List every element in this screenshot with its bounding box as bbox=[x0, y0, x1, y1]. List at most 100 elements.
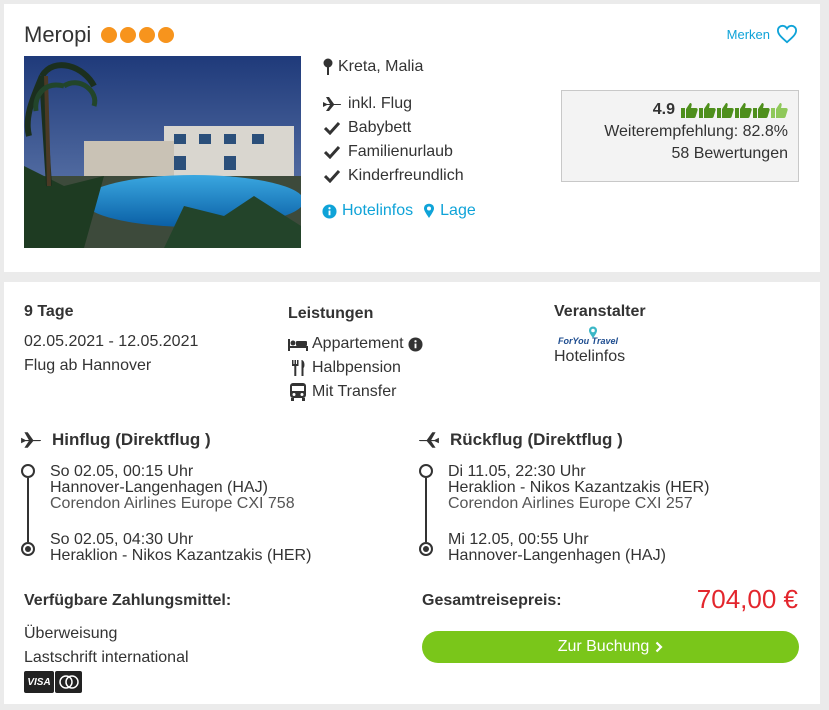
bus-icon bbox=[290, 383, 306, 401]
info-icon bbox=[322, 203, 337, 219]
arrival-marker bbox=[419, 542, 433, 556]
star-icon bbox=[101, 27, 118, 43]
rueckflug-departure: Di 11.05, 22:30 Uhr Heraklion - Nikos Ka… bbox=[448, 464, 709, 512]
plane-icon bbox=[323, 97, 342, 111]
payment-method: Lastschrift international bbox=[24, 649, 189, 666]
star-icon bbox=[120, 27, 137, 43]
star-icon bbox=[158, 27, 175, 43]
hinflug-title: Hinflug (Direktflug ) bbox=[52, 430, 211, 449]
rueckflug-arrival: Mi 12.05, 00:55 Uhr Hannover-Langenhagen… bbox=[448, 532, 666, 564]
booking-button[interactable]: Zur Buchung bbox=[422, 631, 799, 663]
hotel-name[interactable]: Meropi bbox=[24, 22, 91, 48]
feature-item: Babybett bbox=[322, 116, 464, 140]
hinflug-arrival: So 02.05, 04:30 Uhr Heraklion - Nikos Ka… bbox=[50, 532, 311, 564]
thumb-up-icon bbox=[735, 103, 752, 118]
thumb-up-icon bbox=[753, 103, 770, 118]
offer-card: 9 Tage 02.05.2021 - 12.05.2021 Flug ab H… bbox=[4, 282, 820, 704]
leistungen-title: Leistungen bbox=[288, 305, 374, 322]
rueckflug-dep-airport: Heraklion - Nikos Kazantzakis (HER) bbox=[448, 479, 710, 496]
rating-thumbs bbox=[681, 102, 788, 118]
hinflug-arr-airport: Heraklion - Nikos Kazantzakis (HER) bbox=[50, 547, 312, 564]
check-icon bbox=[324, 169, 340, 183]
feature-label: Kinderfreundlich bbox=[348, 167, 464, 184]
total-price-label: Gesamtreisepreis: bbox=[422, 592, 562, 609]
hinflug-dep-airport: Hannover-Langenhagen (HAJ) bbox=[50, 479, 268, 496]
check-icon bbox=[324, 145, 340, 159]
rueckflug-arr-time: Mi 12.05, 00:55 Uhr bbox=[448, 531, 589, 548]
hinflug-airline: Corendon Airlines Europe CXI 758 bbox=[50, 495, 295, 512]
info-icon[interactable] bbox=[408, 336, 423, 352]
hinflug-arr-time: So 02.05, 04:30 Uhr bbox=[50, 531, 194, 548]
veranstalter-logo: ForYou Travel bbox=[554, 326, 646, 348]
feature-item: Familienurlaub bbox=[322, 140, 464, 164]
plane-return-icon bbox=[418, 432, 439, 448]
rating-score: 4.9 bbox=[652, 101, 675, 118]
veranstalter-section: Veranstalter ForYou Travel Hotelinfos bbox=[554, 300, 646, 366]
trip-summary: 9 Tage 02.05.2021 - 12.05.2021 Flug ab H… bbox=[24, 300, 198, 378]
thumb-up-icon bbox=[699, 103, 716, 118]
hotelinfos-link[interactable]: Hotelinfos bbox=[322, 202, 413, 220]
visa-icon: VISA bbox=[24, 671, 54, 693]
cutlery-icon bbox=[292, 360, 305, 376]
leistung-item: Halbpension bbox=[288, 356, 423, 380]
leistung-label: Halbpension bbox=[312, 359, 401, 376]
bed-icon bbox=[288, 339, 308, 351]
hotel-stars bbox=[101, 27, 175, 43]
lage-link[interactable]: Lage bbox=[423, 202, 476, 220]
feature-label: Babybett bbox=[348, 119, 412, 136]
thumb-up-icon bbox=[681, 103, 698, 118]
feature-item: inkl. Flug bbox=[322, 92, 464, 116]
hotel-links: Hotelinfos Lage bbox=[322, 202, 476, 220]
departure-marker bbox=[21, 464, 35, 478]
hotel-location: Kreta, Malia bbox=[322, 58, 423, 76]
rueckflug-dep-time: Di 11.05, 22:30 Uhr bbox=[448, 463, 586, 480]
feature-label: inkl. Flug bbox=[348, 95, 413, 112]
leistungen-section: Leistungen Appartement Halbpension Mit T… bbox=[288, 302, 423, 404]
departure-marker bbox=[419, 464, 433, 478]
booking-button-label: Zur Buchung bbox=[557, 638, 650, 655]
hinflug-header: Hinflug (Direktflug ) bbox=[20, 430, 211, 450]
hotel-photo[interactable] bbox=[24, 56, 301, 248]
plane-icon bbox=[21, 432, 42, 448]
payment-title: Verfügbare Zahlungsmittel: bbox=[24, 592, 232, 609]
card-logos: VISA bbox=[24, 671, 82, 693]
rating-box[interactable]: 4.9 Weiterempfehlung: 82.8% 58 Bewertung… bbox=[561, 90, 799, 182]
feature-item: Kinderfreundlich bbox=[322, 164, 464, 188]
hotel-card: Meropi Merken Kreta, Malia inkl. Flug Ba… bbox=[4, 4, 820, 272]
heart-icon bbox=[776, 24, 798, 44]
veranstalter-hotelinfos-link[interactable]: Hotelinfos bbox=[554, 348, 646, 366]
hotel-title: Meropi bbox=[24, 22, 175, 48]
trip-duration: 9 Tage bbox=[24, 303, 74, 320]
trip-departure: Flug ab Hannover bbox=[24, 357, 152, 374]
feature-list: inkl. Flug Babybett Familienurlaub Kinde… bbox=[322, 92, 464, 188]
leistung-item: Appartement bbox=[288, 332, 423, 356]
leistung-label: Appartement bbox=[312, 335, 404, 352]
payment-methods: Überweisung Lastschrift international bbox=[24, 622, 189, 670]
arrival-marker bbox=[21, 542, 35, 556]
timeline-line bbox=[425, 478, 427, 542]
payment-method: Überweisung bbox=[24, 625, 118, 642]
timeline-line bbox=[27, 478, 29, 542]
rueckflug-header: Rückflug (Direktflug ) bbox=[418, 430, 623, 450]
logo-pin-icon bbox=[589, 326, 597, 338]
rueckflug-airline: Corendon Airlines Europe CXI 257 bbox=[448, 495, 693, 512]
rueckflug-arr-airport: Hannover-Langenhagen (HAJ) bbox=[448, 547, 666, 564]
rueckflug-title: Rückflug (Direktflug ) bbox=[450, 430, 623, 449]
review-count: 58 Bewertungen bbox=[671, 145, 788, 162]
merken-label: Merken bbox=[726, 26, 770, 42]
total-price: 704,00 € bbox=[696, 584, 798, 614]
chevron-right-icon bbox=[656, 641, 663, 653]
thumb-up-icon bbox=[771, 103, 788, 118]
hinflug-dep-time: So 02.05, 00:15 Uhr bbox=[50, 463, 194, 480]
leistung-item: Mit Transfer bbox=[288, 380, 423, 404]
location-text: Kreta, Malia bbox=[338, 58, 424, 75]
merken-button[interactable]: Merken bbox=[727, 24, 798, 44]
leistung-label: Mit Transfer bbox=[312, 383, 397, 400]
feature-label: Familienurlaub bbox=[348, 143, 453, 160]
star-icon bbox=[139, 27, 156, 43]
hinflug-departure: So 02.05, 00:15 Uhr Hannover-Langenhagen… bbox=[50, 464, 295, 512]
map-marker-icon bbox=[424, 203, 435, 218]
check-icon bbox=[324, 121, 340, 135]
map-pin-icon bbox=[323, 58, 333, 75]
veranstalter-title: Veranstalter bbox=[554, 303, 646, 320]
